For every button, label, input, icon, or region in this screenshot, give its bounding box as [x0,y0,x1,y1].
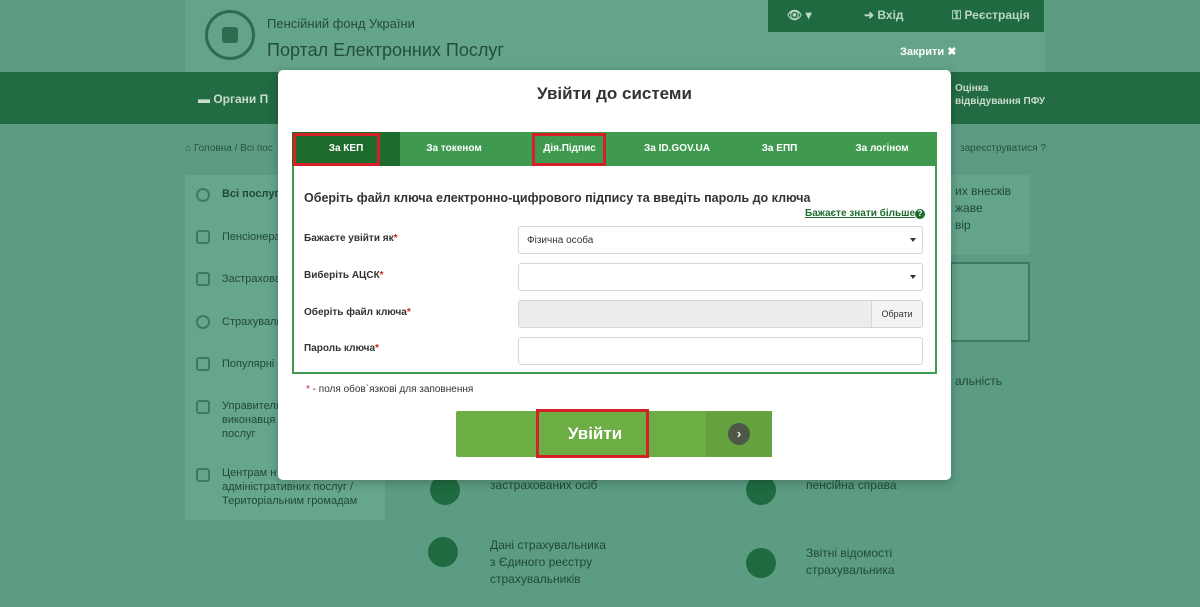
key-file-label: Оберіть файл ключа* [304,307,411,318]
login-method-tabs: За КЕП За токеном Дія.Підпис За ID.GOV.U… [292,132,937,166]
reports-icon [746,548,776,578]
acsk-label: Виберіть АЦСК* [304,270,384,281]
eye-icon[interactable]: 👁 ▾ [787,8,812,22]
help-icon: ? [1040,143,1046,154]
chevron-down-icon-2 [910,275,916,279]
submit-arrow-area[interactable]: › [706,411,772,457]
login-as-label: Бажаєте увійти як* [304,233,398,244]
document-icon [196,272,210,286]
form-instruction: Оберіть файл ключа електронно-цифрового … [304,191,811,205]
home-icon: ⌂ [185,143,194,154]
highlight-tab-kep [293,133,380,166]
sidebar-item-pensioners[interactable]: Пенсіонера [222,230,281,244]
card-contributions-text: их внесків жаве вір [955,184,1012,232]
password-input[interactable] [518,337,923,365]
card-reports-text[interactable]: Звітні відомості страхувальника [806,545,895,579]
sidebar-item-all-services[interactable]: Всі послуги [222,187,286,201]
sidebar-item-managers[interactable]: Управителя виконавця послуг [222,399,282,441]
nav-item-evaluation[interactable]: Оцінка відвідування ПФУ [955,82,1045,108]
tab-login[interactable]: За логіном [827,132,937,166]
coin-icon [196,315,210,329]
tab-id-gov-ua[interactable]: За ID.GOV.UA [622,132,732,166]
register-prompt[interactable]: зареєструватися ? [960,143,1046,154]
login-icon: ➜ [864,8,878,22]
card-disability-text: альність [955,374,1002,388]
sidebar-item-popular[interactable]: Популярні п [222,357,283,371]
portal-name: Портал Електронних Послуг [267,40,504,60]
close-modal-button[interactable]: Закрити ✖ [900,45,956,58]
modal-title: Увійти до системи [537,84,692,103]
password-label: Пароль ключа* [304,343,379,354]
folder-icon-2 [196,468,210,482]
highlight-tab-diia [532,133,606,166]
highlight-submit [536,409,649,458]
login-as-value: Фізична особа [527,235,594,246]
acsk-select[interactable] [518,263,923,291]
chevron-down-icon [910,238,916,242]
key-file-input[interactable]: Обрати [518,300,923,328]
folder-icon [196,400,210,414]
breadcrumb: ⌂ Головна / Всі пос [185,143,273,154]
flag-icon: ▬ [198,92,214,106]
all-services-icon [196,188,210,202]
login-modal: Увійти до системи За КЕП За токеном Дія.… [278,70,951,480]
card-employer-data-text[interactable]: Дані страхувальника з Єдиного реєстру ст… [490,537,606,588]
learn-more-link[interactable]: Бажаєте знати більше [805,208,915,219]
service-card-selected[interactable] [950,262,1030,342]
star-icon [196,357,210,371]
tab-token[interactable]: За токеном [400,132,508,166]
pfu-logo-icon [205,10,255,60]
key-icon: ⚿ [952,8,965,22]
login-link[interactable]: ➜ Вхід [864,8,904,22]
question-icon[interactable]: ? [915,209,925,219]
arrow-right-icon: › [728,423,750,445]
mail-icon [196,230,210,244]
choose-file-button[interactable]: Обрати [871,301,922,327]
register-link[interactable]: ⚿ Реєстрація [952,8,1030,23]
employer-data-icon [428,537,458,567]
nav-item-organs[interactable]: ▬ Органи П [198,92,268,106]
tab-epp[interactable]: За ЕПП [732,132,827,166]
login-as-select[interactable]: Фізична особа [518,226,923,254]
required-note: * - поля обов`язкові для заповнення [306,384,474,395]
fund-name: Пенсійний фонд України [267,16,415,31]
sidebar-item-insured[interactable]: Застрахова [222,272,281,286]
